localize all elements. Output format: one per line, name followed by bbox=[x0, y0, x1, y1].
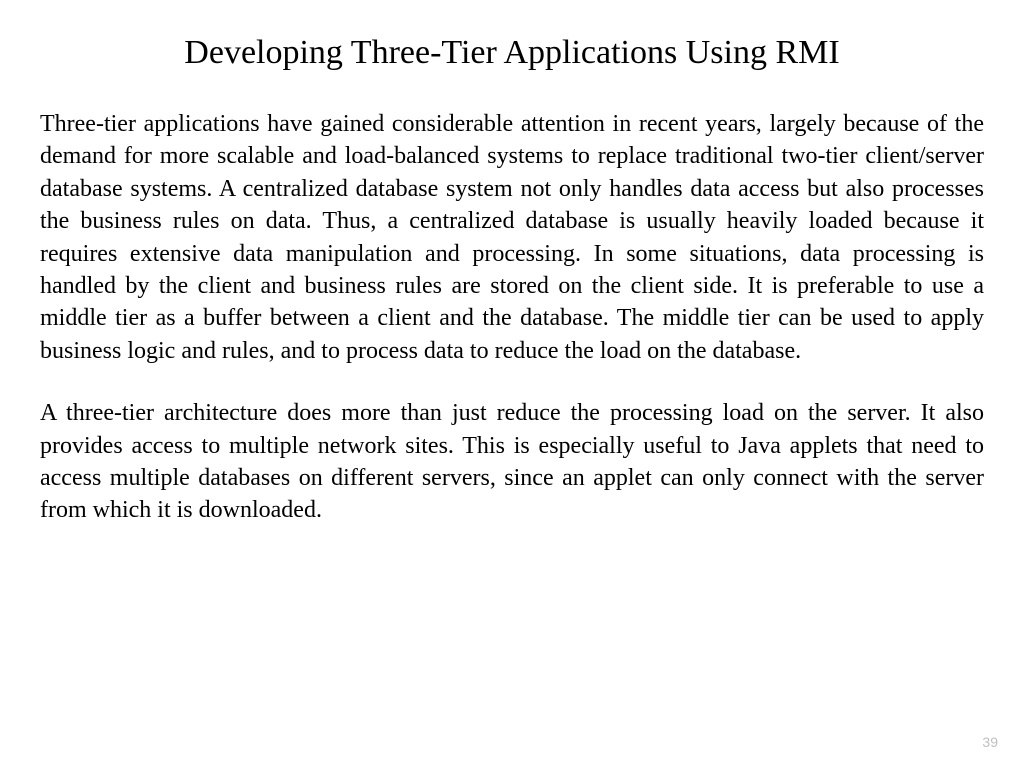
slide-title: Developing Three-Tier Applications Using… bbox=[40, 34, 984, 72]
paragraph-2: A three-tier architecture does more than… bbox=[40, 397, 984, 527]
paragraph-1: Three-tier applications have gained cons… bbox=[40, 108, 984, 367]
slide-body: Three-tier applications have gained cons… bbox=[40, 108, 984, 527]
page-number: 39 bbox=[982, 734, 998, 750]
slide-container: Developing Three-Tier Applications Using… bbox=[0, 0, 1024, 768]
